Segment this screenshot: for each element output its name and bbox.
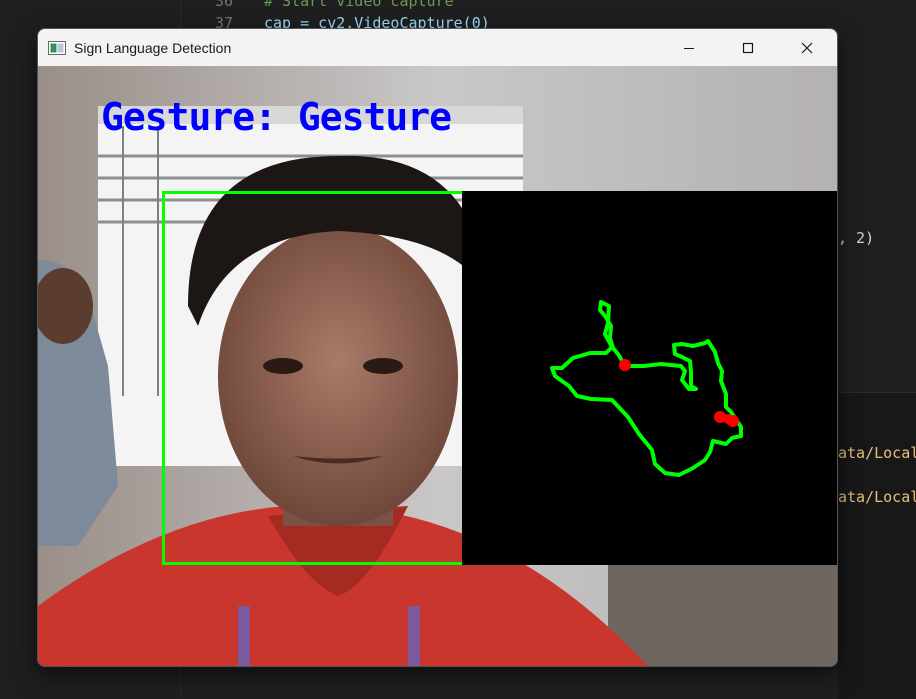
webcam-frame [38,66,837,666]
minimize-icon [684,47,694,49]
code-comment-line: # Start video capture [264,0,454,10]
sign-language-window[interactable]: Sign Language Detection Gesture: Gesture [37,28,838,667]
line-number: 36 [214,0,233,10]
code-fragment-args: , 2) [838,229,875,247]
close-icon [801,42,813,53]
maximize-icon [742,42,754,53]
window-title: Sign Language Detection [74,39,232,56]
app-icon [48,40,66,55]
window-titlebar[interactable]: Sign Language Detection [38,29,837,66]
terminal-panel: ata/Local ata/Local [838,392,916,699]
close-button[interactable] [784,29,830,66]
camera-feed: Gesture: Gesture [38,66,837,666]
terminal-path-line: ata/Local [838,488,916,506]
terminal-path-line: ata/Local [838,444,916,462]
gesture-label: Gesture: Gesture [101,95,452,139]
maximize-button[interactable] [725,29,771,66]
minimize-button[interactable] [666,29,712,66]
